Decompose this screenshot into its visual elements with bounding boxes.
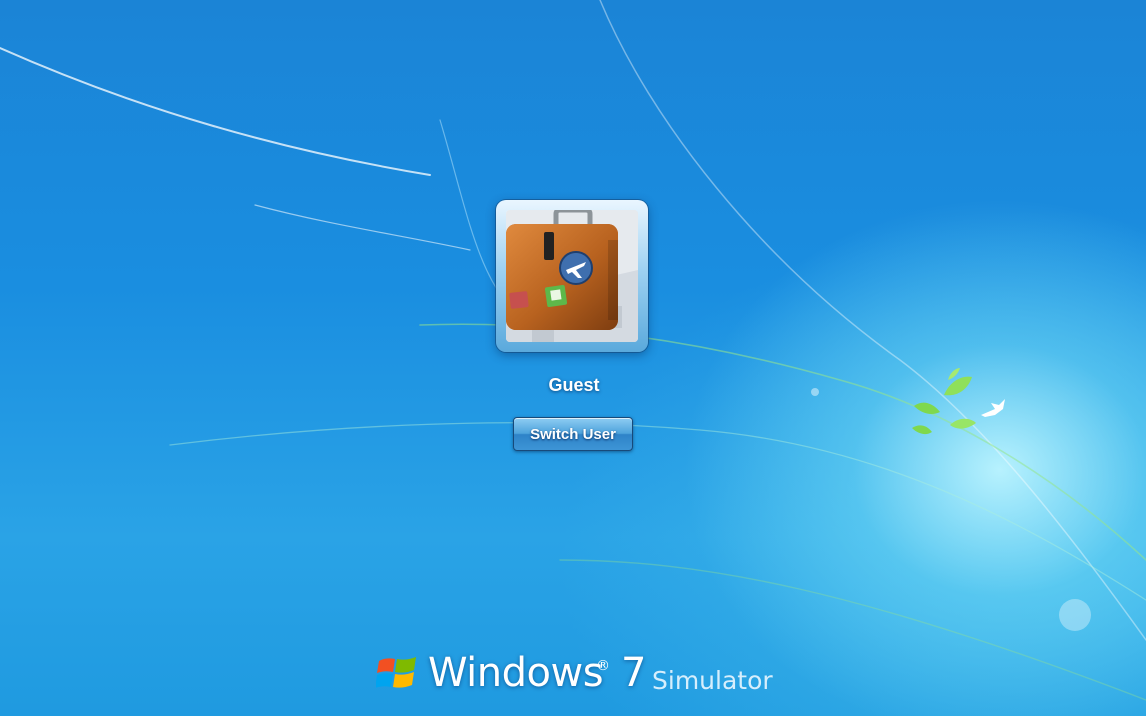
wallpaper-streaks [0, 0, 1146, 701]
user-avatar-frame[interactable] [496, 200, 648, 352]
streak [0, 47, 431, 176]
windows-flag-icon [376, 657, 416, 688]
windows-branding: Windows ® 7 Simulator [376, 650, 796, 700]
user-name: Guest [548, 375, 600, 395]
bird-and-leaves-icon [912, 368, 1005, 435]
brand-version: 7 [621, 650, 647, 696]
streak [254, 204, 471, 251]
avatar [506, 210, 638, 342]
suitcase-icon [506, 210, 638, 342]
switch-user-button[interactable]: Switch User [513, 417, 633, 451]
registered-mark: ® [596, 658, 610, 674]
brand-subtitle: Simulator [652, 666, 773, 695]
streak [599, 0, 1146, 641]
brand-word: Windows [428, 650, 604, 696]
